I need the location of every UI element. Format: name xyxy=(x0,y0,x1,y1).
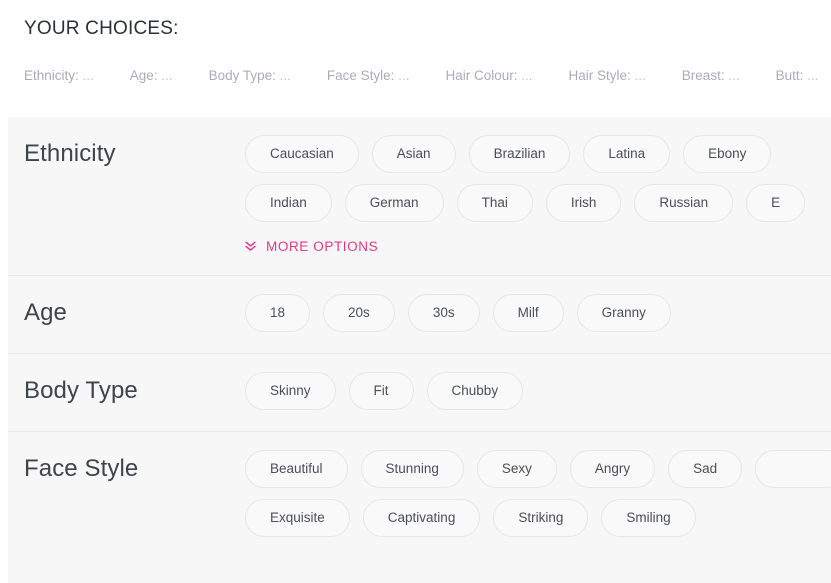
option-pill[interactable]: Ebony xyxy=(683,135,771,173)
choice-summary-item[interactable]: Hair Style: ... xyxy=(569,63,646,89)
choice-summary-value: ... xyxy=(631,68,646,83)
option-pill[interactable]: Russian xyxy=(634,184,733,222)
option-pill[interactable]: E xyxy=(746,184,805,222)
section-options-body-type: Skinny Fit Chubby xyxy=(245,372,831,410)
page-title: YOUR CHOICES: xyxy=(24,16,831,42)
option-pill[interactable]: Irish xyxy=(546,184,622,222)
option-pill-row: Skinny Fit Chubby xyxy=(245,372,831,410)
choice-summary-value: ... xyxy=(158,68,173,83)
choice-summary-key: Breast: xyxy=(682,68,725,83)
choice-summary-key: Butt: xyxy=(776,68,804,83)
option-pill[interactable]: Exquisite xyxy=(245,499,350,537)
more-options-button[interactable]: MORE OPTIONS xyxy=(245,239,378,254)
section-label-body-type: Body Type xyxy=(8,372,245,410)
choice-summary-item[interactable]: Hair Colour: ... xyxy=(445,63,532,89)
choice-summary-item[interactable]: Butt: ... xyxy=(776,63,819,89)
option-pill[interactable]: 20s xyxy=(323,294,395,332)
choice-summary-value: ... xyxy=(517,68,532,83)
choice-summary-key: Age: xyxy=(130,68,158,83)
choice-summary-item[interactable]: Breast: ... xyxy=(682,63,740,89)
choice-summary-key: Body Type: xyxy=(209,68,276,83)
option-pill[interactable]: Thai xyxy=(457,184,533,222)
choice-summary-key: Hair Colour: xyxy=(445,68,517,83)
option-pill[interactable]: Striking xyxy=(493,499,588,537)
option-pill[interactable]: 18 xyxy=(245,294,310,332)
option-pill[interactable]: Captivating xyxy=(363,499,481,537)
option-pill[interactable]: Brazilian xyxy=(469,135,571,173)
option-pill[interactable]: Indian xyxy=(245,184,332,222)
option-pill[interactable]: German xyxy=(345,184,444,222)
option-pill[interactable]: Caucasian xyxy=(245,135,359,173)
option-pill[interactable]: Sad xyxy=(668,450,742,488)
choices-summary-row: Ethnicity: ...Age: ...Body Type: ...Face… xyxy=(0,63,831,89)
option-pill-row: Caucasian Asian Brazilian Latina Ebony xyxy=(245,135,831,173)
option-pill[interactable]: Beautiful xyxy=(245,450,348,488)
choice-summary-item[interactable]: Ethnicity: ... xyxy=(24,63,94,89)
option-pill[interactable]: Chubby xyxy=(427,372,524,410)
choice-summary-value: ... xyxy=(725,68,740,83)
choice-summary-value: ... xyxy=(394,68,409,83)
choices-page: YOUR CHOICES: Ethnicity: ...Age: ...Body… xyxy=(0,0,831,583)
section-options-age: 18 20s 30s Milf Granny xyxy=(245,294,831,332)
options-panel: EthnicityCaucasian Asian Brazilian Latina Eb… xyxy=(8,117,831,583)
option-pill[interactable]: Skinny xyxy=(245,372,336,410)
choice-summary-item[interactable]: Body Type: ... xyxy=(209,63,291,89)
option-pill-row: Exquisite Captivating Striking Smiling xyxy=(245,499,831,537)
option-pill[interactable]: 30s xyxy=(408,294,480,332)
choice-summary-item[interactable]: Age: ... xyxy=(130,63,173,89)
option-pill[interactable] xyxy=(755,450,831,488)
option-pill-row: 18 20s 30s Milf Granny xyxy=(245,294,831,332)
choice-summary-key: Hair Style: xyxy=(569,68,631,83)
section-options-ethnicity: Caucasian Asian Brazilian Latina Ebony Indian… xyxy=(245,135,831,257)
option-pill-row: Beautiful Stunning Sexy Angry Sad xyxy=(245,450,831,488)
option-pill[interactable]: Smiling xyxy=(601,499,695,537)
section-label-age: Age xyxy=(8,294,245,332)
section-label-ethnicity: Ethnicity xyxy=(8,135,245,173)
option-section-face-style: Face StyleBeautiful Stunning Sexy Angry Sad E… xyxy=(8,432,831,555)
section-label-face-style: Face Style xyxy=(8,450,245,488)
option-pill-row: Indian German Thai Irish Russian E xyxy=(245,184,831,222)
choice-summary-key: Ethnicity: xyxy=(24,68,79,83)
choice-summary-value: ... xyxy=(276,68,291,83)
chevron-double-down-icon xyxy=(245,241,256,252)
option-section-age: Age18 20s 30s Milf Granny xyxy=(8,276,831,354)
choice-summary-item[interactable]: Face Style: ... xyxy=(327,63,410,89)
option-section-ethnicity: EthnicityCaucasian Asian Brazilian Latina Eb… xyxy=(8,117,831,276)
section-options-face-style: Beautiful Stunning Sexy Angry Sad Exquisite Ca… xyxy=(245,450,831,537)
option-pill[interactable]: Stunning xyxy=(361,450,464,488)
option-pill[interactable]: Latina xyxy=(583,135,670,173)
choice-summary-value: ... xyxy=(803,68,818,83)
option-pill[interactable]: Asian xyxy=(372,135,456,173)
option-pill[interactable]: Angry xyxy=(570,450,655,488)
choice-summary-value: ... xyxy=(79,68,94,83)
more-options-label: MORE OPTIONS xyxy=(266,239,378,254)
option-pill[interactable]: Fit xyxy=(349,372,414,410)
option-pill[interactable]: Sexy xyxy=(477,450,557,488)
option-pill[interactable]: Milf xyxy=(493,294,564,332)
page-header: YOUR CHOICES: xyxy=(0,0,831,42)
option-section-body-type: Body TypeSkinny Fit Chubby xyxy=(8,354,831,432)
option-pill[interactable]: Granny xyxy=(577,294,671,332)
choice-summary-key: Face Style: xyxy=(327,68,395,83)
